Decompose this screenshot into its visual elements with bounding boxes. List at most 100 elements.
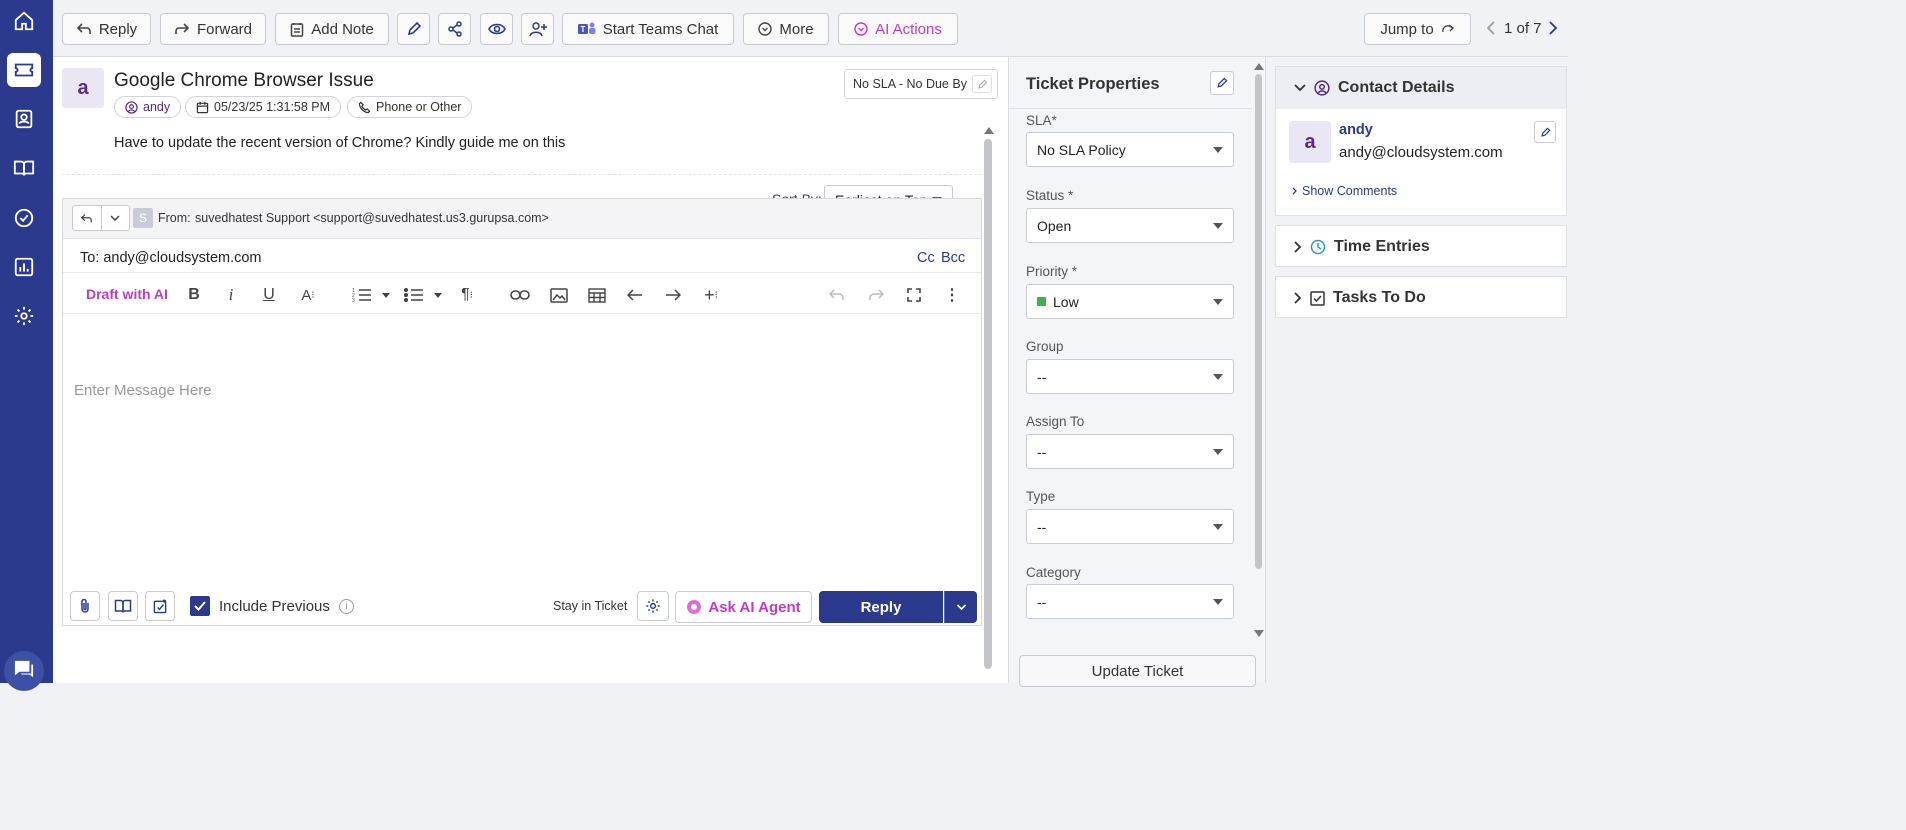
tasks-to-do-card[interactable]: Tasks To Do [1275, 276, 1567, 318]
start-teams-chat-button[interactable]: T Start Teams Chat [562, 13, 734, 45]
bullet-list-dropdown-icon[interactable] [431, 284, 445, 306]
created-date-chip: 05/23/25 1:31:58 PM [185, 96, 342, 118]
reply-settings-button[interactable] [637, 591, 669, 621]
paragraph-icon[interactable]: ¶ ⁝ [456, 284, 478, 306]
assign-to-label: Assign To [1026, 414, 1085, 429]
sla-edit-icon[interactable] [972, 75, 992, 93]
chevron-down-icon[interactable] [102, 206, 130, 230]
reply-button[interactable]: Reply [62, 13, 151, 45]
scroll-down-icon[interactable] [1254, 630, 1264, 637]
reply-options-dropdown[interactable] [944, 591, 977, 623]
to-row[interactable]: To: andy@cloudsystem.com [80, 250, 262, 266]
ordered-list-dropdown-icon[interactable] [379, 284, 393, 306]
priority-select[interactable]: Low [1026, 284, 1234, 319]
to-label: To: [80, 250, 100, 266]
add-note-button[interactable]: Add Note [275, 13, 389, 45]
bullet-list-icon[interactable] [403, 284, 425, 306]
reply-type-toggle[interactable] [72, 205, 130, 231]
tickets-icon[interactable] [7, 53, 41, 87]
ask-ai-agent-button[interactable]: Ask AI Agent [675, 591, 812, 623]
chevron-down-icon [1213, 373, 1223, 380]
italic-icon[interactable]: i [220, 284, 242, 306]
bcc-link[interactable]: Bcc [941, 250, 965, 266]
contact-edit-icon[interactable] [1534, 121, 1556, 143]
ordered-list-icon[interactable]: 123 [351, 284, 373, 306]
send-reply-button[interactable]: Reply [819, 591, 943, 623]
requester-chip[interactable]: andy [114, 96, 182, 118]
ai-actions-button[interactable]: AI Actions [838, 13, 958, 45]
knowledge-base-icon[interactable] [7, 151, 41, 185]
include-previous-checkbox[interactable] [190, 596, 210, 616]
reply-icon [76, 23, 91, 34]
sla-due-badge[interactable]: No SLA - No Due By [844, 69, 998, 99]
tasks-icon[interactable] [7, 201, 41, 235]
ticket-scrollbar[interactable] [984, 127, 994, 683]
more-button[interactable]: More [743, 13, 829, 45]
reply-arrow-icon[interactable] [73, 206, 102, 230]
category-select[interactable]: -- [1026, 584, 1234, 619]
contacts-icon[interactable] [7, 102, 41, 136]
share-button[interactable] [438, 13, 471, 45]
contact-details-card: Contact Details a andy andy@cloudsystem.… [1275, 66, 1567, 216]
scroll-thumb[interactable] [1255, 74, 1262, 569]
chevron-right-icon [1294, 292, 1302, 304]
scroll-up-icon[interactable] [984, 127, 994, 134]
forward-button[interactable]: Forward [160, 13, 266, 45]
contact-name-link[interactable]: andy [1339, 122, 1373, 138]
watch-button[interactable] [480, 13, 513, 45]
underline-icon[interactable]: U [258, 284, 280, 306]
left-navigation [0, 0, 53, 691]
insert-template-button[interactable] [145, 591, 175, 621]
show-comments-link[interactable]: Show Comments [1292, 184, 1397, 198]
cc-link[interactable]: Cc [917, 250, 935, 266]
sla-select[interactable]: No SLA Policy [1026, 132, 1234, 167]
edit-button[interactable] [397, 13, 430, 45]
home-icon[interactable] [7, 4, 41, 38]
insert-more-icon[interactable]: + ⁝ [700, 284, 722, 306]
contact-details-header[interactable]: Contact Details [1276, 67, 1566, 109]
status-label: Status * [1026, 188, 1074, 203]
link-icon[interactable] [509, 284, 531, 306]
indent-arrow-icon[interactable] [662, 284, 684, 306]
add-requester-button[interactable] [521, 13, 554, 45]
table-icon[interactable] [586, 284, 608, 306]
assign-to-select[interactable]: -- [1026, 434, 1234, 469]
reply-label: Reply [98, 20, 138, 38]
outdent-arrow-icon[interactable] [624, 284, 646, 306]
status-select[interactable]: Open [1026, 208, 1234, 243]
image-icon[interactable] [548, 284, 570, 306]
fullscreen-icon[interactable] [903, 284, 925, 306]
properties-edit-icon[interactable] [1210, 71, 1234, 95]
properties-scrollbar[interactable] [1254, 63, 1264, 643]
insert-article-button[interactable] [108, 591, 138, 621]
bold-icon[interactable]: B [183, 284, 205, 306]
info-icon[interactable]: i [339, 599, 354, 614]
scroll-up-icon[interactable] [1254, 63, 1264, 70]
chat-icon[interactable] [4, 651, 44, 691]
stay-in-ticket-label: Stay in Ticket [553, 599, 628, 613]
time-entries-card[interactable]: Time Entries [1275, 225, 1567, 267]
scroll-thumb[interactable] [984, 139, 992, 669]
settings-icon[interactable] [7, 299, 41, 333]
draft-with-ai-button[interactable]: Draft with AI [86, 286, 168, 302]
font-size-icon[interactable]: A ⁝ [297, 284, 319, 306]
time-entries-header[interactable]: Time Entries [1276, 226, 1566, 268]
redo-icon[interactable] [865, 284, 887, 306]
tasks-to-do-header[interactable]: Tasks To Do [1276, 277, 1566, 319]
group-select[interactable]: -- [1026, 359, 1234, 394]
attach-button[interactable] [70, 591, 100, 621]
chevron-down-icon [1213, 222, 1223, 229]
chevron-down-icon [956, 603, 966, 610]
task-checkbox-icon [1310, 290, 1325, 306]
message-body-input[interactable]: Enter Message Here [74, 382, 980, 399]
reports-icon[interactable] [7, 250, 41, 284]
more-options-icon[interactable]: ⋮ [941, 284, 963, 306]
update-ticket-button[interactable]: Update Ticket [1019, 655, 1256, 687]
category-value: -- [1037, 593, 1047, 610]
previous-ticket-icon[interactable] [1486, 20, 1500, 38]
description-divider [62, 174, 982, 175]
next-ticket-icon[interactable] [1548, 20, 1562, 38]
undo-icon[interactable] [826, 284, 848, 306]
type-select[interactable]: -- [1026, 509, 1234, 544]
jump-to-button[interactable]: Jump to [1364, 13, 1471, 45]
